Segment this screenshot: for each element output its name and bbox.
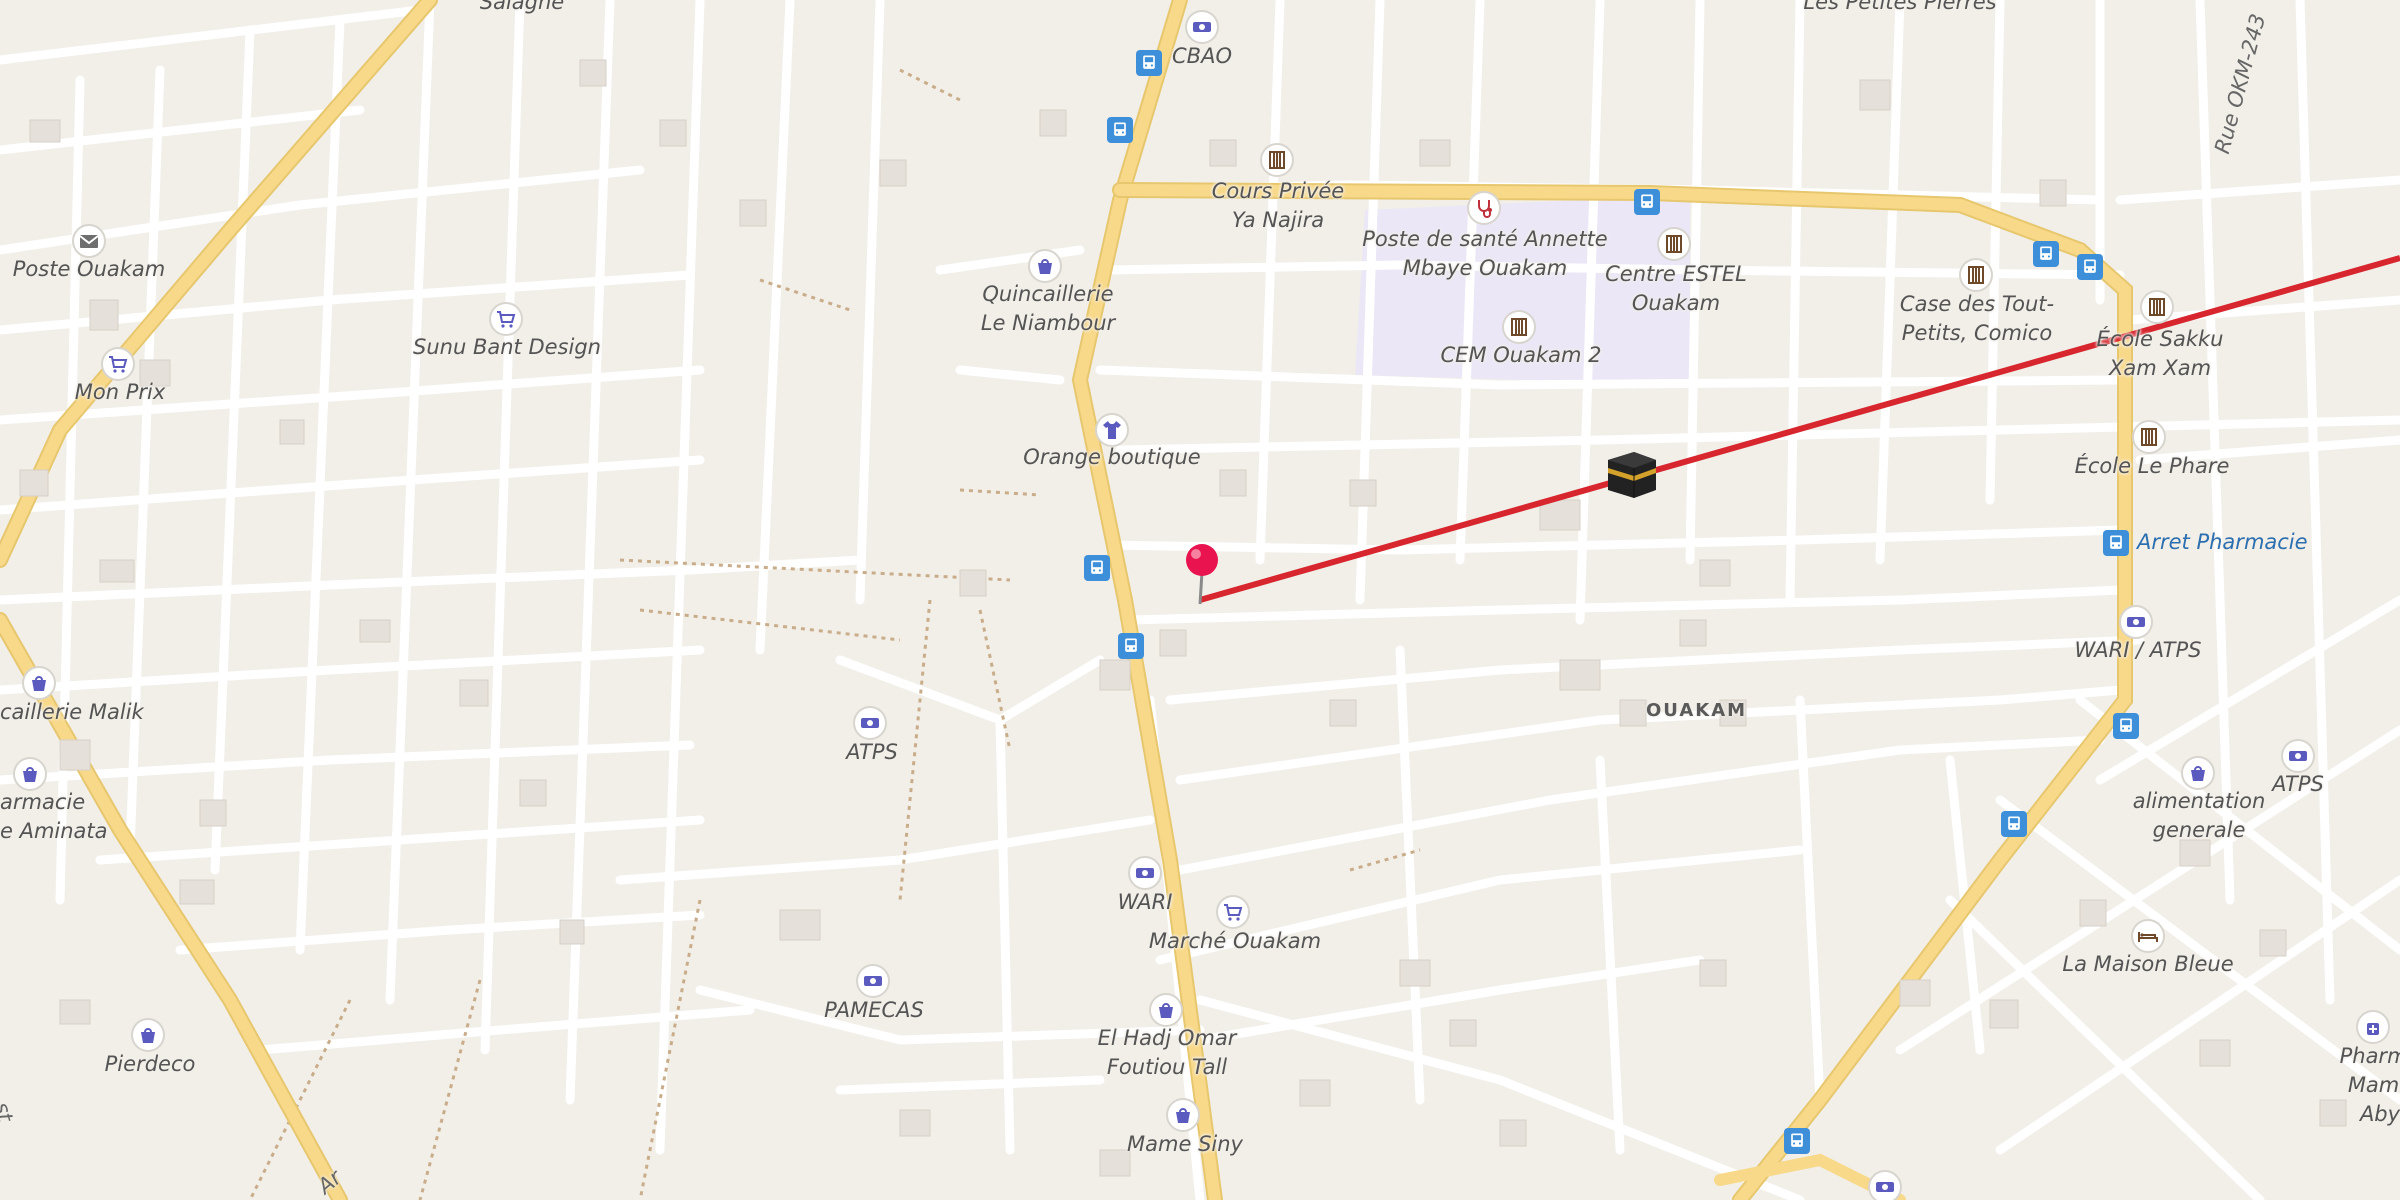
cart-icon[interactable] — [1216, 895, 1250, 929]
label-poste-sante: Poste de santé Annette Mbaye Ouakam — [1362, 227, 1608, 280]
bus-stop-icon[interactable] — [2001, 811, 2027, 837]
label-pierdeco: Pierdeco — [104, 1052, 196, 1076]
label-ecole-sakku: École Sakku Xam Xam — [2096, 327, 2224, 380]
school-icon[interactable] — [2132, 420, 2166, 454]
label-marche-ouakam: Marché Ouakam — [1148, 929, 1322, 953]
label-ecole-phare: École Le Phare — [2074, 454, 2230, 478]
bus-stop-icon[interactable] — [2033, 241, 2059, 267]
map-view[interactable]: Salagne Les Petites Pierres Rue OKM-243 … — [0, 0, 2400, 1200]
shop-icon[interactable] — [131, 1018, 165, 1052]
hotel-icon[interactable] — [2131, 919, 2165, 953]
bank-icon[interactable] — [856, 964, 890, 998]
bus-stop-icon[interactable] — [1634, 189, 1660, 215]
label-mon-prix: Mon Prix — [74, 380, 166, 404]
label-sunu-bant: Sunu Bant Design — [413, 335, 601, 359]
label-pamecas: PAMECAS — [824, 998, 924, 1022]
bus-stop-icon[interactable] — [1784, 1128, 1810, 1154]
shop-icon[interactable] — [2181, 756, 2215, 790]
label-orange-boutique: Orange boutique — [1023, 445, 1201, 469]
bus-stop-icon[interactable] — [1107, 117, 1133, 143]
bank-icon[interactable] — [1128, 856, 1162, 890]
bus-stop-icon[interactable] — [1118, 633, 1144, 659]
pharmacy-icon[interactable] — [2356, 1010, 2390, 1044]
clothes-icon[interactable] — [1095, 413, 1129, 447]
label-maison-bleue: La Maison Bleue — [2062, 952, 2234, 976]
label-wari-atps: WARI / ATPS — [2074, 638, 2202, 662]
cart-icon[interactable] — [489, 302, 523, 336]
school-icon[interactable] — [1260, 143, 1294, 177]
shop-icon[interactable] — [1166, 1098, 1200, 1132]
doctor-icon[interactable] — [1467, 191, 1501, 225]
bank-icon[interactable] — [853, 706, 887, 740]
bus-stop-icon[interactable] — [2077, 254, 2103, 280]
label-quincaillerie-malik: caillerie Malik — [0, 700, 144, 724]
cart-icon[interactable] — [101, 347, 135, 381]
school-icon[interactable] — [2140, 290, 2174, 324]
shop-icon[interactable] — [1149, 993, 1183, 1027]
post-office-icon[interactable] — [72, 224, 106, 258]
school-icon[interactable] — [1657, 227, 1691, 261]
shop-icon[interactable] — [1028, 249, 1062, 283]
label-cbao: CBAO — [1172, 44, 1232, 68]
label-alimentation: alimentation generale — [2132, 789, 2266, 842]
school-icon[interactable] — [1959, 258, 1993, 292]
label-el-hadj: El Hadj Omar Foutiou Tall — [1097, 1026, 1237, 1079]
bus-stop-icon[interactable] — [2103, 530, 2129, 556]
label-salagne: Salagne — [479, 0, 565, 14]
label-cem-ouakam: CEM Ouakam 2 — [1440, 343, 1602, 367]
label-atps-center: ATPS — [846, 740, 898, 764]
district-label: OUAKAM — [1646, 700, 1748, 721]
label-pharmacie-aminata: armacie e Aminata — [0, 790, 108, 843]
bus-stop-icon[interactable] — [1136, 50, 1162, 76]
bus-stop-icon[interactable] — [1084, 555, 1110, 581]
shop-icon[interactable] — [13, 757, 47, 791]
bank-icon[interactable] — [1868, 1170, 1902, 1200]
label-case-tout-petits: Case des Tout- Petits, Comico — [1899, 292, 2055, 345]
label-mame-siny: Mame Siny — [1127, 1132, 1243, 1156]
bus-stop-icon[interactable] — [2113, 713, 2139, 739]
shop-icon[interactable] — [22, 666, 56, 700]
label-arret-pharmacie: Arret Pharmacie — [2137, 530, 2308, 554]
school-icon[interactable] — [1502, 310, 1536, 344]
label-centre-estel: Centre ESTEL Ouakam — [1605, 262, 1747, 315]
label-poste-ouakam: Poste Ouakam — [12, 257, 166, 281]
label-petites-pierres: Les Petites Pierres — [1803, 0, 1997, 14]
kaaba-icon[interactable] — [1604, 446, 1660, 502]
label-atps-right: ATPS — [2272, 772, 2324, 796]
label-cours-privee: Cours Privée Ya Najira — [1211, 179, 1345, 232]
label-wari: WARI — [1117, 890, 1173, 914]
map-pin-icon[interactable] — [1182, 542, 1222, 606]
label-quincaillerie-niambour: Quincaillerie Le Niambour — [980, 282, 1116, 335]
bank-icon[interactable] — [2281, 739, 2315, 773]
label-pharmacie-mame-aby: Pharma Mame Aby — [2339, 1044, 2400, 1126]
bank-icon[interactable] — [1185, 10, 1219, 44]
bank-icon[interactable] — [2119, 605, 2153, 639]
